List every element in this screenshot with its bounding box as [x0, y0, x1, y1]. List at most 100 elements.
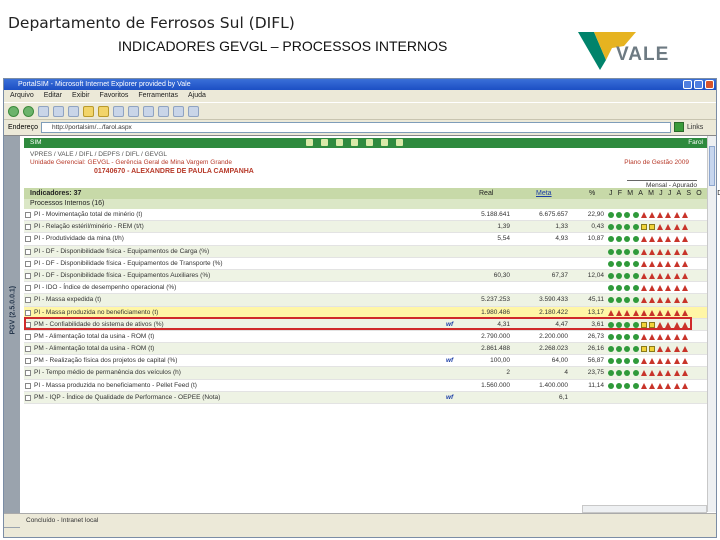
- red-alert-icon[interactable]: [657, 272, 664, 279]
- back-icon[interactable]: [8, 105, 19, 117]
- green-light-icon[interactable]: [616, 248, 623, 255]
- green-light-icon[interactable]: [608, 260, 614, 267]
- green-light-icon[interactable]: [624, 236, 631, 243]
- table-row[interactable]: PI - Massa produzida no beneficiamento -…: [24, 380, 707, 392]
- red-alert-icon[interactable]: [640, 272, 647, 279]
- red-alert-icon[interactable]: [640, 297, 647, 304]
- red-alert-icon[interactable]: [665, 236, 672, 243]
- red-alert-icon[interactable]: [640, 212, 647, 218]
- green-light-icon[interactable]: [608, 248, 614, 255]
- green-light-icon[interactable]: [632, 212, 639, 218]
- green-light-icon[interactable]: [632, 224, 639, 231]
- home-icon[interactable]: [68, 105, 79, 117]
- red-alert-icon[interactable]: [665, 333, 672, 340]
- red-alert-icon[interactable]: [665, 346, 672, 353]
- red-alert-icon[interactable]: [648, 272, 655, 279]
- table-row[interactable]: PI - DF - Disponibilidade física - Equip…: [24, 269, 707, 283]
- red-alert-icon[interactable]: [657, 346, 664, 353]
- red-alert-icon[interactable]: [640, 236, 647, 243]
- red-alert-icon[interactable]: [681, 309, 688, 316]
- red-alert-icon[interactable]: [648, 333, 655, 340]
- red-alert-icon[interactable]: [657, 236, 664, 243]
- indicator-name[interactable]: PM - IQP - Índice de Qualidade de Perfor…: [34, 392, 439, 404]
- green-light-icon[interactable]: [608, 370, 614, 377]
- expand-icon[interactable]: [25, 248, 31, 255]
- maximize-icon[interactable]: [694, 80, 703, 89]
- red-alert-icon[interactable]: [657, 224, 664, 231]
- red-alert-icon[interactable]: [681, 260, 688, 267]
- red-alert-icon[interactable]: [665, 285, 672, 292]
- green-light-icon[interactable]: [608, 212, 614, 218]
- red-alert-icon[interactable]: [657, 260, 664, 267]
- home-app-icon[interactable]: [306, 139, 313, 146]
- green-light-icon[interactable]: [616, 358, 623, 365]
- red-alert-icon[interactable]: [665, 272, 672, 279]
- red-alert-icon[interactable]: [673, 333, 680, 340]
- table-row[interactable]: PI - DF - Disponibilidade física - Equip…: [24, 245, 707, 258]
- menu-item-arquivo[interactable]: Arquivo: [10, 90, 34, 102]
- address-input[interactable]: http://portalsim/.../farol.aspx: [40, 121, 671, 133]
- indicator-name[interactable]: PM - Alimentação total da usina - ROM (t…: [34, 343, 439, 355]
- print-app-icon[interactable]: [381, 139, 388, 146]
- bluetooth-icon[interactable]: [188, 105, 199, 117]
- red-alert-icon[interactable]: [673, 309, 680, 316]
- green-light-icon[interactable]: [616, 236, 623, 243]
- green-light-icon[interactable]: [632, 333, 639, 340]
- green-light-icon[interactable]: [624, 297, 631, 304]
- red-alert-icon[interactable]: [681, 297, 688, 304]
- red-alert-icon[interactable]: [673, 224, 680, 231]
- green-light-icon[interactable]: [632, 285, 639, 292]
- red-alert-icon[interactable]: [608, 309, 614, 316]
- red-alert-icon[interactable]: [673, 370, 680, 377]
- red-alert-icon[interactable]: [657, 370, 664, 377]
- red-alert-icon[interactable]: [681, 272, 688, 279]
- indicator-name[interactable]: PI - Massa expedida (t): [34, 294, 439, 306]
- indicator-name[interactable]: PI - Movimentação total de minério (t): [34, 209, 439, 221]
- red-alert-icon[interactable]: [681, 382, 688, 389]
- red-alert-icon[interactable]: [665, 358, 672, 365]
- red-alert-icon[interactable]: [665, 370, 672, 377]
- vertical-tab[interactable]: PGV (2.5.0.0.1): [4, 136, 20, 528]
- edit-icon[interactable]: [158, 105, 169, 117]
- red-alert-icon[interactable]: [648, 297, 655, 304]
- green-light-icon[interactable]: [608, 272, 614, 279]
- expand-icon[interactable]: [25, 309, 31, 316]
- refresh-icon[interactable]: [53, 105, 64, 117]
- green-light-icon[interactable]: [624, 370, 631, 377]
- red-alert-icon[interactable]: [648, 370, 655, 377]
- red-alert-icon[interactable]: [665, 224, 672, 231]
- green-light-icon[interactable]: [616, 333, 623, 340]
- red-alert-icon[interactable]: [681, 236, 688, 243]
- green-light-icon[interactable]: [608, 382, 614, 389]
- red-alert-icon[interactable]: [665, 297, 672, 304]
- green-light-icon[interactable]: [632, 260, 639, 267]
- green-light-icon[interactable]: [616, 260, 623, 267]
- green-light-icon[interactable]: [624, 212, 631, 218]
- red-alert-icon[interactable]: [673, 236, 680, 243]
- red-alert-icon[interactable]: [673, 272, 680, 279]
- green-light-icon[interactable]: [632, 297, 639, 304]
- red-alert-icon[interactable]: [673, 260, 680, 267]
- red-alert-icon[interactable]: [681, 285, 688, 292]
- yellow-light-icon[interactable]: [648, 224, 655, 231]
- green-light-icon[interactable]: [608, 346, 614, 353]
- red-alert-icon[interactable]: [648, 358, 655, 365]
- expand-icon[interactable]: [25, 236, 31, 243]
- green-light-icon[interactable]: [616, 285, 623, 292]
- red-alert-icon[interactable]: [648, 236, 655, 243]
- horizontal-scrollbar[interactable]: [582, 505, 707, 513]
- green-light-icon[interactable]: [632, 358, 639, 365]
- red-alert-icon[interactable]: [681, 212, 688, 218]
- menu-item-exibir[interactable]: Exibir: [72, 90, 90, 102]
- history-icon[interactable]: [113, 105, 124, 117]
- red-alert-icon[interactable]: [648, 260, 655, 267]
- vertical-scrollbar[interactable]: [707, 136, 716, 512]
- col-meta[interactable]: Meta: [536, 188, 552, 199]
- red-alert-icon[interactable]: [657, 309, 664, 316]
- green-light-icon[interactable]: [616, 370, 623, 377]
- stop-icon[interactable]: [38, 105, 49, 117]
- green-light-icon[interactable]: [632, 248, 639, 255]
- green-light-icon[interactable]: [624, 272, 631, 279]
- indicator-name[interactable]: PI - Produtividade da mina (t/h): [34, 233, 439, 245]
- expand-icon[interactable]: [25, 382, 31, 389]
